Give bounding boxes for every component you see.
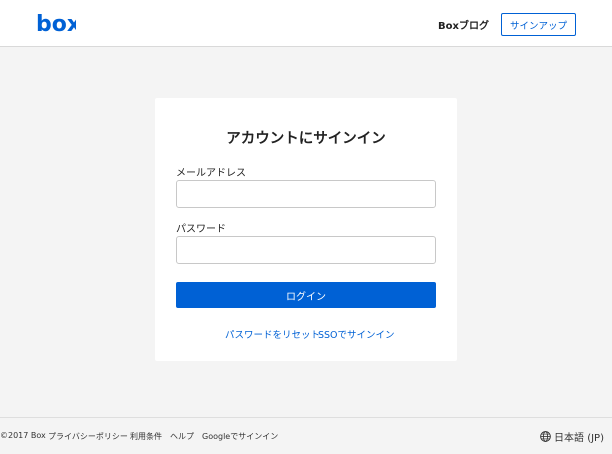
top-bar: box Boxブログ サインアップ <box>0 0 612 47</box>
terms-link[interactable]: 利用条件 <box>130 431 162 442</box>
password-field[interactable] <box>176 236 436 264</box>
email-field[interactable] <box>176 180 436 208</box>
copyright-text: ©2017 Box <box>0 431 46 440</box>
google-signin-link[interactable]: Googleでサインイン <box>202 431 278 442</box>
email-label: メールアドレス <box>176 168 246 179</box>
reset-password-link[interactable]: パスワードをリセット <box>225 327 320 341</box>
globe-icon <box>540 431 551 442</box>
logo-text: box <box>36 12 76 37</box>
signin-card: アカウントにサインイン メールアドレス パスワード ログイン パスワードをリセッ… <box>155 98 457 361</box>
footer: ©2017 Box プライバシーポリシー 利用条件 ヘルプ Googleでサイン… <box>0 417 612 454</box>
box-logo-icon[interactable]: box <box>36 11 76 37</box>
box-blog-link[interactable]: Boxブログ <box>438 17 489 32</box>
signup-button[interactable]: サインアップ <box>501 13 576 36</box>
login-button[interactable]: ログイン <box>176 282 436 308</box>
sso-signin-link[interactable]: SSOでサインイン <box>318 327 395 341</box>
privacy-policy-link[interactable]: プライバシーポリシー <box>48 431 128 442</box>
language-label: 日本語 (JP) <box>554 433 604 444</box>
help-link[interactable]: ヘルプ <box>170 431 194 442</box>
language-selector[interactable]: 日本語 (JP) <box>540 429 604 444</box>
password-label: パスワード <box>176 224 226 235</box>
page-title: アカウントにサインイン <box>226 131 386 147</box>
